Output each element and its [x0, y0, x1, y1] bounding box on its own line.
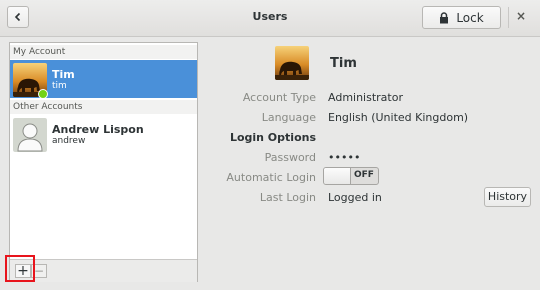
account-username: tim [52, 81, 67, 91]
online-status-dot [38, 89, 48, 99]
user-photo-avatar[interactable] [275, 46, 309, 80]
list-toolbar: + − [10, 259, 197, 282]
header-separator [508, 7, 509, 28]
language-label: Language [261, 111, 316, 124]
account-username: andrew [52, 136, 86, 146]
account-type-value[interactable]: Administrator [328, 91, 403, 104]
account-name: Tim [52, 68, 75, 81]
automatic-login-switch[interactable]: OFF [323, 167, 379, 185]
default-user-avatar [13, 118, 47, 152]
accounts-list: My Account Tim tim Other Accounts Andrew… [9, 42, 198, 282]
header-bar: Users Lock × [0, 0, 540, 37]
password-label: Password [264, 151, 316, 164]
user-full-name[interactable]: Tim [330, 56, 357, 71]
account-name: Andrew Lispon [52, 123, 144, 136]
close-icon[interactable]: × [516, 9, 526, 23]
last-login-value: Logged in [328, 191, 382, 204]
my-account-heading: My Account [10, 45, 197, 59]
history-button[interactable]: History [484, 187, 531, 207]
language-value[interactable]: English (United Kingdom) [328, 111, 468, 124]
automatic-login-label: Automatic Login [226, 171, 316, 184]
account-row-andrew[interactable]: Andrew Lispon andrew [10, 115, 197, 153]
lock-button-label: Lock [456, 10, 484, 25]
switch-state-label: OFF [354, 170, 374, 180]
last-login-label: Last Login [259, 191, 316, 204]
padlock-icon [440, 11, 449, 23]
lock-button[interactable]: Lock [422, 6, 501, 29]
account-row-tim[interactable]: Tim tim [10, 60, 197, 99]
account-type-label: Account Type [242, 91, 316, 104]
other-accounts-heading: Other Accounts [10, 100, 197, 114]
switch-knob [324, 168, 351, 184]
login-options-heading: Login Options [229, 131, 316, 144]
password-value[interactable]: ••••• [328, 151, 360, 164]
highlight-annotation [5, 255, 35, 282]
